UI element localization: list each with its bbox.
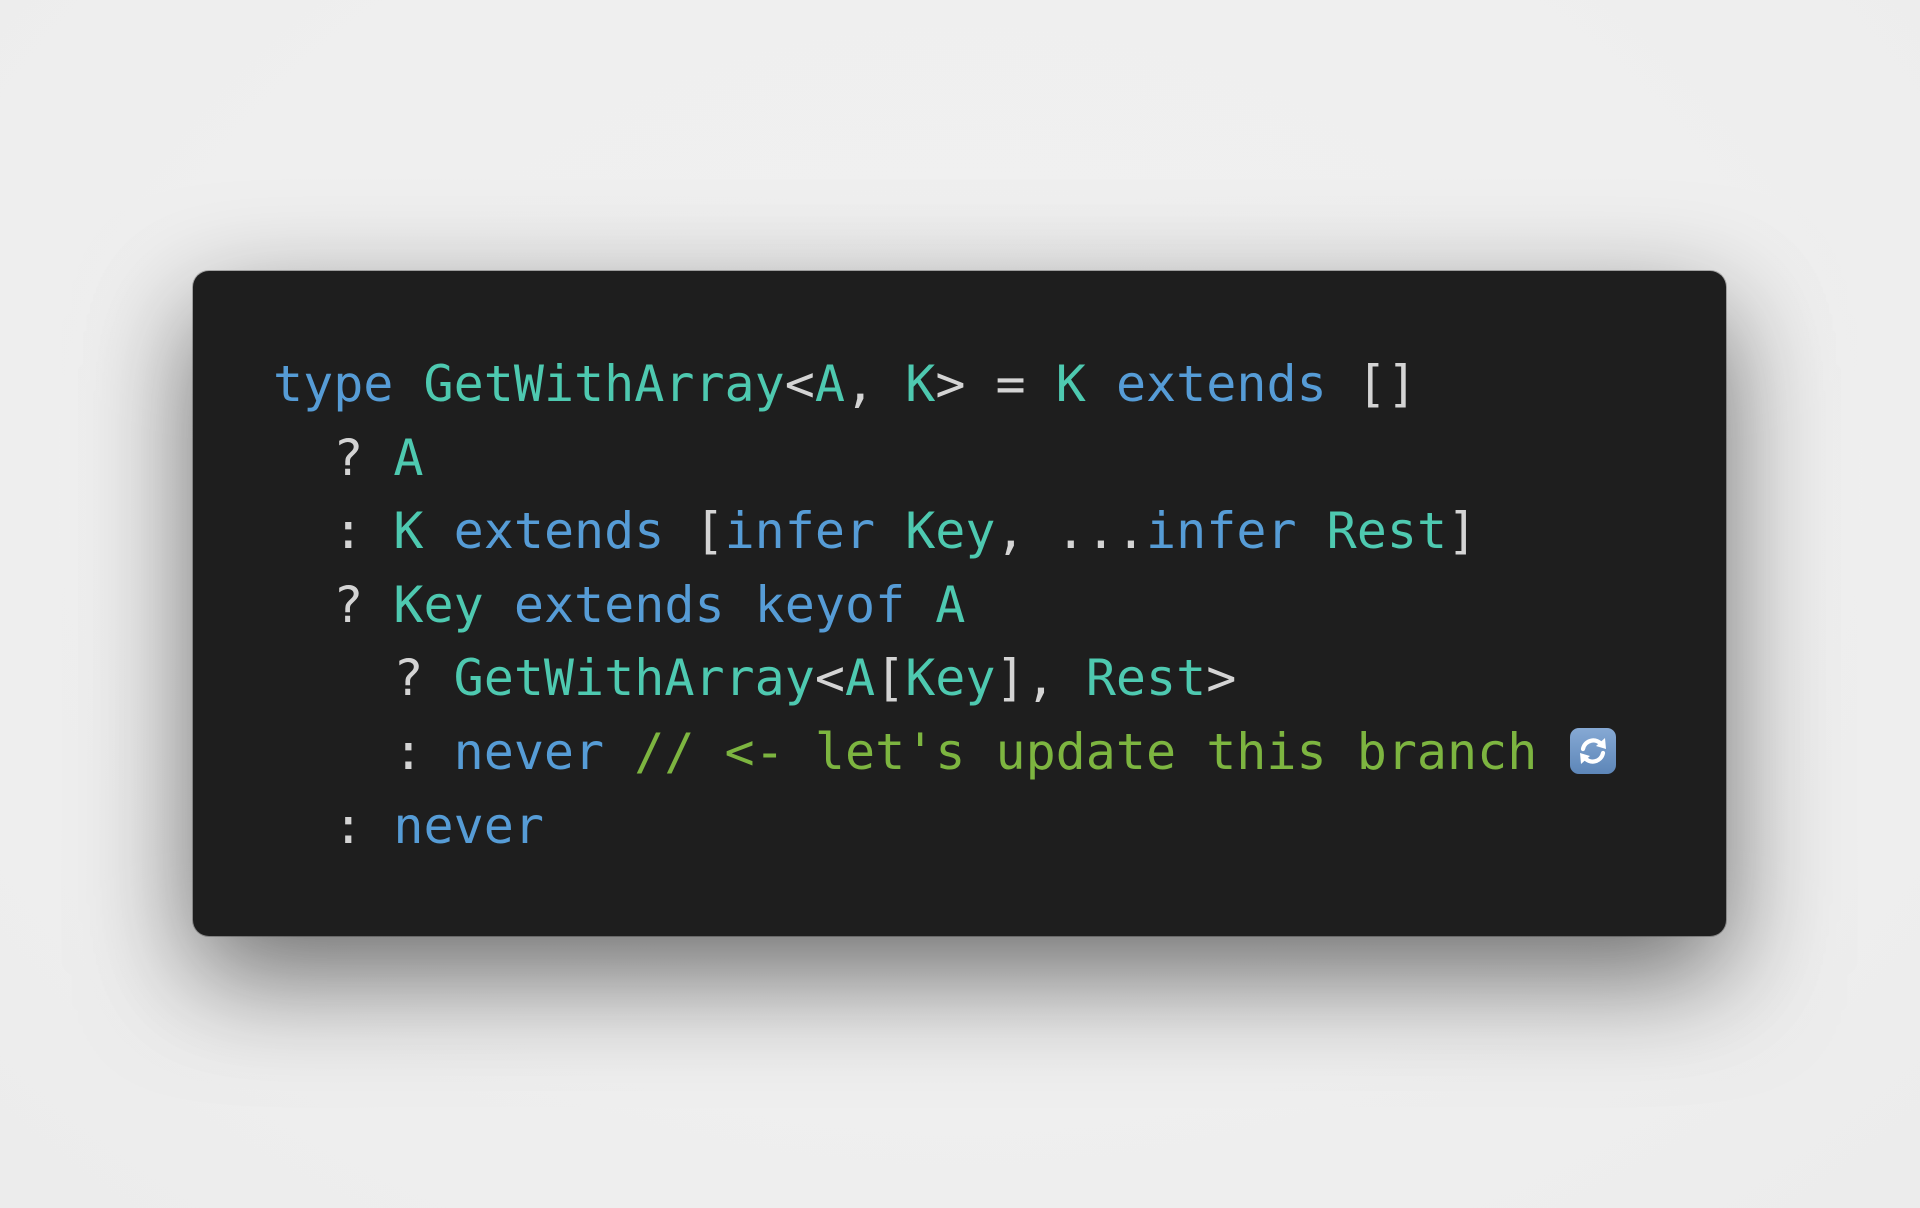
type-token: K	[905, 355, 936, 413]
code-line: type GetWithArray<A, K> = K extends []	[273, 348, 1726, 422]
punctuation-token: > =	[935, 355, 1056, 413]
keyword-token: extends	[1115, 355, 1327, 413]
punctuation-token	[725, 576, 755, 634]
punctuation-token: [	[875, 649, 906, 708]
type-token: Key	[905, 502, 996, 561]
type-token: GetWithArray	[453, 649, 815, 708]
code-line: ? GetWithArray<A[Key], Rest>	[273, 642, 1726, 716]
type-token: GetWithArray	[423, 355, 785, 413]
punctuation-token: :	[273, 502, 394, 561]
punctuation-token	[1086, 355, 1116, 413]
punctuation-token: ?	[273, 428, 394, 487]
punctuation-token: ],	[995, 649, 1086, 708]
punctuation-token: , ...	[995, 502, 1147, 561]
refresh-arrows-icon	[1570, 727, 1617, 774]
type-token: Key	[393, 575, 484, 634]
punctuation-token: ,	[844, 355, 906, 413]
type-token: A	[393, 428, 424, 487]
code-line: ? A	[273, 422, 1726, 496]
type-token: Rest	[1326, 502, 1448, 561]
type-token: K	[1055, 355, 1086, 413]
punctuation-token: ?	[273, 575, 394, 634]
type-token: A	[935, 575, 966, 634]
keyword-token: keyof	[754, 575, 906, 634]
punctuation-token: :	[273, 722, 454, 781]
type-token: Key	[905, 649, 996, 708]
keyword-token: extends	[513, 575, 725, 634]
punctuation-token: []	[1326, 355, 1417, 413]
code-block: type GetWithArray<A, K> = K extends [] ?…	[273, 348, 1726, 863]
punctuation-token	[875, 502, 905, 560]
keyword-token: type	[273, 355, 394, 413]
type-token: Rest	[1085, 649, 1207, 708]
punctuation-token: ]	[1447, 502, 1478, 561]
code-line: : K extends [infer Key, ...infer Rest]	[273, 495, 1726, 569]
type-token: A	[844, 649, 876, 708]
punctuation-token: :	[273, 796, 394, 855]
punctuation-token: <	[784, 355, 815, 413]
comment-token: // <- let's update this branch	[634, 722, 1568, 781]
punctuation-token	[604, 723, 634, 781]
keyword-token: extends	[453, 502, 665, 561]
punctuation-token: [	[664, 502, 725, 561]
type-token: A	[814, 355, 845, 413]
code-snippet-card: type GetWithArray<A, K> = K extends [] ?…	[193, 271, 1726, 936]
punctuation-token	[905, 576, 935, 634]
keyword-token: infer	[1146, 502, 1297, 561]
punctuation-token	[424, 502, 454, 560]
code-line: ? Key extends keyof A	[273, 569, 1726, 643]
keyword-token: infer	[724, 502, 876, 561]
keyword-token: never	[393, 796, 544, 855]
code-line: : never // <- let's update this branch	[273, 716, 1726, 790]
keyword-token: never	[453, 722, 605, 781]
type-token: K	[393, 502, 424, 561]
punctuation-token	[484, 576, 514, 634]
punctuation-token: ?	[273, 649, 454, 708]
punctuation-token	[1297, 502, 1327, 560]
punctuation-token: <	[814, 649, 845, 708]
punctuation-token	[393, 355, 423, 413]
punctuation-token: >	[1206, 649, 1237, 708]
code-line: : never	[273, 790, 1726, 864]
